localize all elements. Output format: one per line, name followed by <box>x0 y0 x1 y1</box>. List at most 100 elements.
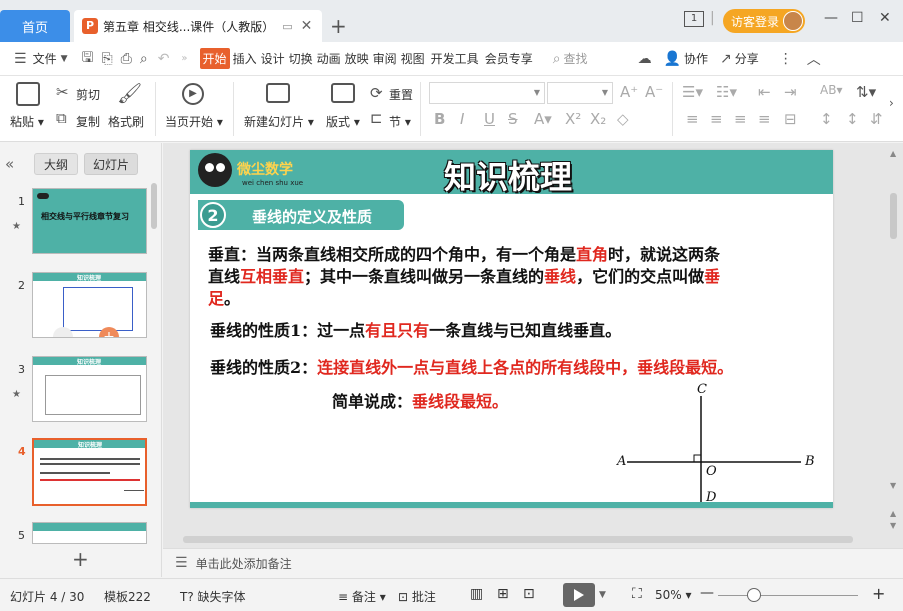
bold-icon[interactable]: B <box>434 110 445 128</box>
menu-file[interactable]: 文件 <box>33 50 57 67</box>
sort-icon[interactable]: ⇅▾ <box>856 83 876 101</box>
menu-transition[interactable]: 切换 <box>289 50 313 67</box>
collab-button[interactable]: 协作 <box>684 50 708 67</box>
menu-design[interactable]: 设计 <box>261 50 285 67</box>
distribute-icon[interactable]: ⊟ <box>784 110 797 128</box>
print-icon[interactable]: ⎙ <box>121 51 132 67</box>
comment-button[interactable]: ⊡ 批注 <box>398 588 436 605</box>
export-icon[interactable]: ⎘ <box>101 51 112 67</box>
align-right-icon[interactable]: ≡ <box>734 110 747 128</box>
undo-icon[interactable]: ↶ <box>158 51 170 67</box>
text-style-icon[interactable]: AB▾ <box>820 83 842 97</box>
add-slide-button[interactable]: + <box>72 547 89 571</box>
menu-start[interactable]: 开始 <box>199 48 230 69</box>
line-spacing-icon[interactable]: ↕ <box>820 110 833 128</box>
vertical-scrollbar[interactable] <box>890 193 897 239</box>
hamburger-icon[interactable]: ☰ <box>14 51 27 67</box>
menu-slideshow[interactable]: 放映 <box>345 50 369 67</box>
menu-insert[interactable]: 插入 <box>233 50 257 67</box>
format-painter-button[interactable]: 格式刷 <box>108 113 144 130</box>
layout-button[interactable]: 版式 ▾ <box>326 113 360 130</box>
paste-button[interactable]: 粘贴 ▾ <box>10 113 44 130</box>
more-options-icon[interactable]: ⋮ <box>779 51 793 67</box>
font-color-icon[interactable]: A▾ <box>534 110 552 128</box>
tab-slides[interactable]: 幻灯片 <box>84 153 138 175</box>
definition-line-1[interactable]: 垂直：当两条直线相交所成的四个角中，有一个角是直角时，就说这两条 <box>208 244 720 266</box>
slide-thumbnail-2[interactable]: 知识梳理 + <box>32 272 147 338</box>
subscript-icon[interactable]: X₂ <box>590 110 606 128</box>
scroll-down-icon[interactable]: ▼ <box>890 481 896 490</box>
from-current-button[interactable]: 当页开始 ▾ <box>165 113 223 130</box>
fit-window-icon[interactable]: ⛶ <box>632 586 642 602</box>
section-button[interactable]: 节 ▾ <box>389 113 411 130</box>
zoom-slider-handle[interactable] <box>747 588 761 602</box>
scroll-up-icon[interactable]: ▲ <box>890 149 896 158</box>
justify-icon[interactable]: ≡ <box>758 110 771 128</box>
cloud-icon[interactable]: ☁ <box>638 51 652 67</box>
minimize-icon[interactable]: — <box>824 10 838 26</box>
normal-view-icon[interactable]: ▥ <box>470 586 483 602</box>
horizontal-scrollbar[interactable] <box>173 534 873 544</box>
align-center-icon[interactable]: ≡ <box>710 110 723 128</box>
new-slide-button[interactable]: 新建幻灯片 ▾ <box>244 113 314 130</box>
search-input[interactable]: 查找 <box>564 50 588 67</box>
slideshow-play-button[interactable] <box>563 583 595 607</box>
numbered-list-icon[interactable]: ☷▾ <box>716 83 737 101</box>
window-icon[interactable]: ▭ <box>282 20 292 33</box>
slide-title[interactable]: 知识梳理 <box>444 152 572 198</box>
property-1[interactable]: 垂线的性质1：过一点有且只有一条直线与已知直线垂直。 <box>210 320 621 342</box>
slide-sorter-icon[interactable]: ⊞ <box>497 586 509 602</box>
missing-font-button[interactable]: T? 缺失字体 <box>180 588 246 605</box>
underline-icon[interactable]: U <box>484 110 495 128</box>
increase-indent-icon[interactable]: ⇥ <box>784 83 797 101</box>
strikethrough-icon[interactable]: S <box>508 110 518 128</box>
chevron-down-icon[interactable]: ▼ <box>61 54 68 64</box>
new-tab-button[interactable]: + <box>330 14 347 38</box>
italic-icon[interactable]: I <box>460 110 464 128</box>
menu-animation[interactable]: 动画 <box>317 50 341 67</box>
template-name[interactable]: 模板222 <box>104 588 151 605</box>
notes-toggle-button[interactable]: ≡ 备注 ▾ <box>338 588 386 605</box>
superscript-icon[interactable]: X² <box>565 110 581 128</box>
font-size-select[interactable]: ▼ <box>547 82 613 104</box>
bullet-list-icon[interactable]: ☰▾ <box>682 83 703 101</box>
font-family-select[interactable]: ▼ <box>429 82 545 104</box>
copy-button[interactable]: 复制 <box>76 113 100 130</box>
save-icon[interactable]: 🖫 <box>82 47 94 71</box>
grow-font-icon[interactable]: A⁺ <box>620 83 638 101</box>
slide-thumbnail-5[interactable] <box>32 522 147 544</box>
section-label[interactable]: 垂线的定义及性质 <box>252 206 372 227</box>
para-spacing-icon[interactable]: ↕ <box>846 110 859 128</box>
decrease-indent-icon[interactable]: ⇤ <box>758 83 771 101</box>
preview-icon[interactable]: ⌕ <box>140 51 148 67</box>
collapse-ribbon-icon[interactable]: ︿ <box>807 49 821 69</box>
guest-login-button[interactable]: 访客登录 <box>723 9 805 33</box>
current-slide[interactable]: 微尘数学 wei chen shu xue 知识梳理 2 垂线的定义及性质 垂直… <box>190 150 833 508</box>
zoom-out-icon[interactable]: — <box>700 585 714 601</box>
menu-review[interactable]: 审阅 <box>373 50 397 67</box>
play-options-icon[interactable]: ▼ <box>599 590 606 600</box>
share-button[interactable]: 分享 <box>735 50 759 67</box>
slide-thumbnail-4[interactable]: 知识梳理 <box>32 438 147 506</box>
text-direction-icon[interactable]: ⇵ <box>870 110 883 128</box>
zoom-in-icon[interactable]: + <box>872 584 885 603</box>
panel-scrollbar[interactable] <box>151 183 157 229</box>
collab-icon[interactable]: 👤 <box>664 51 681 67</box>
definition-line-2[interactable]: 直线互相垂直；其中一条直线叫做另一条直线的垂线，它们的交点叫做垂 <box>208 266 720 288</box>
prev-slide-icon[interactable]: ▲ <box>890 509 896 518</box>
more-icon[interactable]: » <box>181 53 187 64</box>
notes-placeholder[interactable]: 单击此处添加备注 <box>196 555 292 572</box>
tab-document[interactable]: P 第五章 相交线...课件（人教版） ▭ ✕ <box>74 10 322 42</box>
collapse-panel-icon[interactable]: « <box>5 155 14 173</box>
reading-view-icon[interactable]: ⊡ <box>523 586 535 602</box>
cut-button[interactable]: 剪切 <box>76 86 100 103</box>
menu-view[interactable]: 视图 <box>401 50 425 67</box>
align-left-icon[interactable]: ≡ <box>686 110 699 128</box>
notes-pane[interactable]: ☰ 单击此处添加备注 <box>163 548 903 577</box>
search-icon[interactable]: ⌕ <box>553 51 561 67</box>
slide-thumbnail-3[interactable]: 知识梳理 <box>32 356 147 422</box>
slide-thumbnail-1[interactable]: 相交线与平行线章节复习 <box>32 188 147 254</box>
property-2[interactable]: 垂线的性质2：连接直线外一点与直线上各点的所有线段中，垂线段最短。 <box>210 357 733 379</box>
reset-button[interactable]: 重置 <box>389 86 413 103</box>
paste-icon[interactable] <box>16 82 40 106</box>
